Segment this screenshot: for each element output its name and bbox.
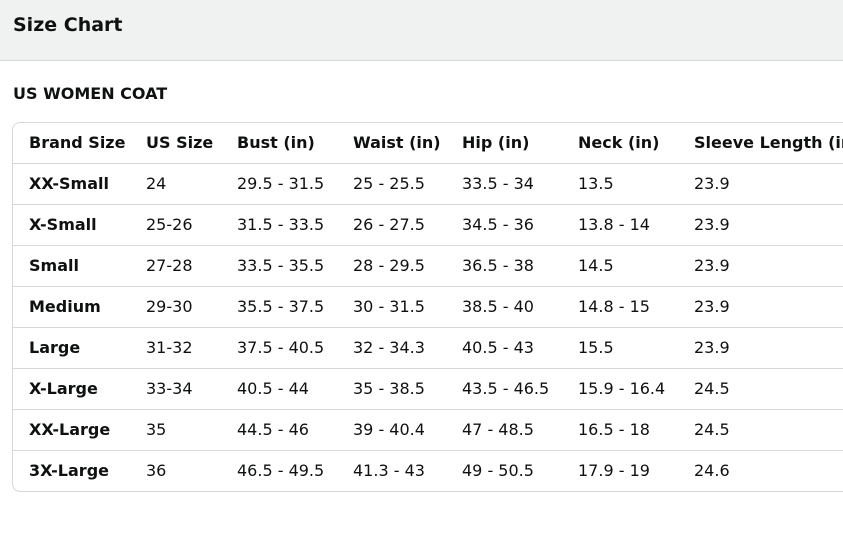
table-header-row: Brand Size US Size Bust (in) Waist (in) … — [13, 123, 843, 164]
cell-brand-size: X-Large — [13, 368, 130, 410]
cell-neck: 15.9 - 16.4 — [562, 368, 678, 410]
cell-brand-size: XX-Large — [13, 409, 130, 451]
cell-hip: 38.5 - 40 — [446, 286, 562, 328]
cell-hip: 40.5 - 43 — [446, 327, 562, 369]
column-header-neck: Neck (in) — [562, 123, 678, 164]
cell-brand-size: Large — [13, 327, 130, 369]
cell-us-size: 29-30 — [130, 286, 221, 328]
cell-waist: 32 - 34.3 — [337, 327, 446, 369]
cell-brand-size: Small — [13, 245, 130, 287]
cell-hip: 33.5 - 34 — [446, 163, 562, 205]
cell-hip: 43.5 - 46.5 — [446, 368, 562, 410]
cell-us-size: 25-26 — [130, 204, 221, 246]
cell-sleeve-length: 23.9 — [678, 286, 843, 328]
cell-bust: 35.5 - 37.5 — [221, 286, 337, 328]
cell-neck: 14.5 — [562, 245, 678, 287]
cell-hip: 34.5 - 36 — [446, 204, 562, 246]
cell-bust: 31.5 - 33.5 — [221, 204, 337, 246]
cell-waist: 26 - 27.5 — [337, 204, 446, 246]
cell-bust: 46.5 - 49.5 — [237, 461, 325, 480]
cell-sleeve-length: 23.9 — [678, 163, 843, 205]
cell-neck: 15.5 — [562, 327, 678, 369]
cell-us-size: 35 — [130, 409, 221, 451]
cell-brand-size: X-Small — [13, 204, 130, 246]
cell-us-size: 31-32 — [130, 327, 221, 369]
table-row: Medium 29-30 35.5 - 37.5 30 - 31.5 38.5 … — [13, 286, 843, 328]
table-row: Small 27-28 33.5 - 35.5 28 - 29.5 36.5 -… — [13, 245, 843, 287]
section-title: US WOMEN COAT — [13, 84, 168, 103]
cell-hip: 49 - 50.5 — [462, 461, 534, 480]
table-row: 3X-Large 36 46.5 - 49.5 41.3 - 43 49 - 5… — [13, 451, 843, 492]
cell-sleeve-length: 24.5 — [678, 368, 843, 410]
modal-title: Size Chart — [13, 14, 123, 36]
cell-waist: 39 - 40.4 — [337, 409, 446, 451]
cell-waist: 25 - 25.5 — [337, 163, 446, 205]
column-header-bust: Bust (in) — [221, 123, 337, 164]
cell-neck: 13.8 - 14 — [562, 204, 678, 246]
size-chart-table: Brand Size US Size Bust (in) Waist (in) … — [13, 123, 843, 491]
cell-sleeve-length: 23.9 — [678, 204, 843, 246]
column-header-waist: Waist (in) — [337, 123, 446, 164]
cell-sleeve-length: 23.9 — [678, 327, 843, 369]
cell-waist: 28 - 29.5 — [337, 245, 446, 287]
table-row: XX-Small 24 29.5 - 31.5 25 - 25.5 33.5 -… — [13, 163, 843, 205]
cell-hip: 36.5 - 38 — [446, 245, 562, 287]
cell-brand-size: XX-Small — [13, 163, 130, 205]
cell-neck: 14.8 - 15 — [562, 286, 678, 328]
table-row: X-Small 25-26 31.5 - 33.5 26 - 27.5 34.5… — [13, 204, 843, 246]
cell-bust: 37.5 - 40.5 — [221, 327, 337, 369]
cell-bust: 40.5 - 44 — [221, 368, 337, 410]
cell-waist: 41.3 - 43 — [353, 461, 425, 480]
cell-us-size: 27-28 — [130, 245, 221, 287]
cell-bust: 29.5 - 31.5 — [221, 163, 337, 205]
modal-header: Size Chart — [0, 0, 843, 61]
column-header-hip: Hip (in) — [446, 123, 562, 164]
cell-neck: 13.5 — [562, 163, 678, 205]
cell-waist: 30 - 31.5 — [337, 286, 446, 328]
cell-sleeve-length: 23.9 — [678, 245, 843, 287]
cell-us-size: 24 — [130, 163, 221, 205]
column-header-us-size: US Size — [130, 123, 221, 164]
cell-waist: 35 - 38.5 — [337, 368, 446, 410]
cell-bust: 44.5 - 46 — [221, 409, 337, 451]
cell-sleeve-length: 24.6 — [694, 461, 730, 480]
cell-hip: 47 - 48.5 — [446, 409, 562, 451]
cell-us-size: 33-34 — [130, 368, 221, 410]
cell-sleeve-length: 24.5 — [678, 409, 843, 451]
column-header-brand-size: Brand Size — [13, 123, 130, 164]
cell-brand-size: Medium — [13, 286, 130, 328]
cell-neck: 17.9 - 19 — [578, 461, 650, 480]
cell-brand-size: 3X-Large — [29, 461, 109, 480]
cell-neck: 16.5 - 18 — [562, 409, 678, 451]
cell-us-size: 36 — [146, 461, 167, 480]
size-chart-table-container: Brand Size US Size Bust (in) Waist (in) … — [12, 122, 843, 492]
table-row: X-Large 33-34 40.5 - 44 35 - 38.5 43.5 -… — [13, 368, 843, 410]
cell-bust: 33.5 - 35.5 — [221, 245, 337, 287]
column-header-sleeve-length: Sleeve Length (in) — [678, 123, 843, 164]
table-row: Large 31-32 37.5 - 40.5 32 - 34.3 40.5 -… — [13, 327, 843, 369]
table-row: XX-Large 35 44.5 - 46 39 - 40.4 47 - 48.… — [13, 409, 843, 451]
